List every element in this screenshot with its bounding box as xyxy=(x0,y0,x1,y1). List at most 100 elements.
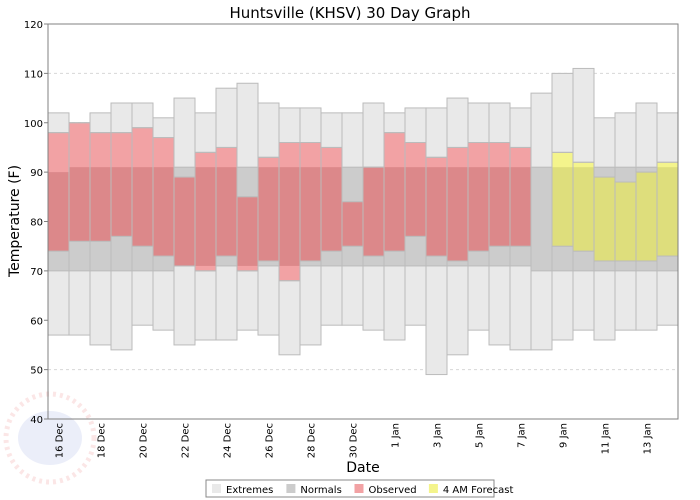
forecast-bar-normal-overlap xyxy=(657,167,678,257)
y-tick-label: 70 xyxy=(30,267,43,278)
x-tick-label: 16 Dec xyxy=(55,423,66,458)
observed-bar-normal-overlap xyxy=(342,201,363,247)
x-tick-label: 26 Dec xyxy=(265,423,276,458)
normals-swatch xyxy=(286,484,296,493)
extremes-swatch xyxy=(212,484,221,493)
day-bar xyxy=(194,112,217,341)
x-tick-label: 28 Dec xyxy=(307,423,318,458)
day-bar xyxy=(467,102,490,331)
day-bar xyxy=(215,87,238,341)
forecast-swatch xyxy=(428,484,438,493)
x-tick-label: 9 Jan xyxy=(559,423,570,448)
y-tick-label: 100 xyxy=(24,119,43,130)
day-bar xyxy=(593,117,616,341)
y-tick-label: 50 xyxy=(30,366,43,377)
legend-label: 4 AM Forecast xyxy=(443,485,514,496)
day-bar xyxy=(278,107,301,356)
x-tick-label: 13 Jan xyxy=(643,423,654,454)
y-tick-label: 110 xyxy=(24,69,43,80)
forecast-bar-normal-overlap xyxy=(594,177,615,261)
watermark xyxy=(3,391,97,485)
day-bar xyxy=(404,107,427,326)
day-bar xyxy=(446,97,469,356)
normals-bar xyxy=(530,166,553,272)
x-tick-label: 30 Dec xyxy=(349,423,360,458)
observed-bar-normal-overlap xyxy=(132,167,153,247)
y-tick-label: 120 xyxy=(24,20,43,31)
y-tick-label: 60 xyxy=(30,316,43,327)
forecast-bar-normal-overlap xyxy=(615,182,636,261)
day-bar xyxy=(488,102,511,346)
observed-bar-normal-overlap xyxy=(384,167,405,252)
observed-bar-normal-overlap xyxy=(426,167,447,257)
forecast-bar-normal-overlap xyxy=(552,167,573,247)
day-bar xyxy=(299,107,322,346)
observed-bar-normal-overlap xyxy=(111,167,132,237)
observed-bar-normal-overlap xyxy=(447,167,468,261)
observed-bar-normal-overlap xyxy=(195,167,216,266)
day-bar xyxy=(383,112,406,341)
observed-bar-normal-overlap xyxy=(405,167,426,237)
y-tick-label: 90 xyxy=(30,168,43,179)
observed-bar-normal-overlap xyxy=(258,167,279,261)
chart: Huntsville (KHSV) 30 Day Graph 40 50 60 70 8… xyxy=(3,4,679,498)
day-bar xyxy=(110,102,133,351)
legend-label: Normals xyxy=(300,485,341,496)
y-tick-label: 40 xyxy=(30,415,43,426)
day-bar xyxy=(47,112,70,336)
observed-bar-normal-overlap xyxy=(510,167,531,247)
observed-bar-normal-overlap xyxy=(69,167,90,242)
x-tick-labels: 16 Dec 18 Dec 20 Dec 22 Dec 24 Dec 26 Dec 28 D… xyxy=(55,423,654,458)
day-bar xyxy=(551,72,574,341)
day-bar xyxy=(656,112,679,326)
day-bar xyxy=(68,122,91,336)
day-bar xyxy=(362,102,385,331)
x-tick-label: 11 Jan xyxy=(601,423,612,454)
day-bar xyxy=(320,112,343,326)
day-bar xyxy=(236,82,259,331)
x-tick-label: 1 Jan xyxy=(391,423,402,448)
legend: Extremes Normals Observed 4 AM Forecast xyxy=(205,479,514,498)
observed-bar-normal-overlap xyxy=(363,167,384,257)
day-bar xyxy=(152,117,175,331)
bars xyxy=(47,67,679,376)
observed-bar-normal-overlap xyxy=(90,167,111,242)
chart-title: Huntsville (KHSV) 30 Day Graph xyxy=(230,4,471,22)
forecast-bar-normal-overlap xyxy=(636,172,657,261)
day-bar xyxy=(257,102,280,336)
observed-bar-normal-overlap xyxy=(216,167,237,257)
day-bar xyxy=(572,67,595,331)
observed-swatch xyxy=(354,484,364,493)
observed-bar-normal-overlap xyxy=(153,167,174,257)
observed-bar-normal-overlap xyxy=(174,177,195,266)
day-bar xyxy=(131,102,154,326)
x-tick-label: 24 Dec xyxy=(223,423,234,458)
observed-bar-normal-overlap xyxy=(489,167,510,247)
x-tick-label: 5 Jan xyxy=(475,423,486,448)
observed-bar-normal-overlap xyxy=(48,172,69,252)
day-bar xyxy=(173,97,196,346)
day-bar xyxy=(341,112,364,326)
day-bar xyxy=(635,102,658,331)
y-tick-label: 80 xyxy=(30,218,43,229)
observed-bar-normal-overlap xyxy=(468,167,489,252)
day-bar xyxy=(425,107,448,376)
y-axis-title: Temperature (F) xyxy=(7,165,23,278)
x-tick-label: 7 Jan xyxy=(517,423,528,448)
legend-label: Extremes xyxy=(226,485,273,496)
day-bar xyxy=(530,92,553,351)
day-bar xyxy=(509,107,532,351)
observed-bar-normal-overlap xyxy=(321,167,342,252)
legend-label: Observed xyxy=(369,485,417,496)
x-tick-label: 3 Jan xyxy=(433,423,444,448)
observed-bar-normal-overlap xyxy=(279,167,300,266)
x-tick-label: 20 Dec xyxy=(139,423,150,458)
observed-bar-normal-overlap xyxy=(300,167,321,261)
day-bar xyxy=(614,112,637,331)
forecast-bar-normal-overlap xyxy=(573,167,594,252)
x-tick-label: 18 Dec xyxy=(97,423,108,458)
x-tick-label: 22 Dec xyxy=(181,423,192,458)
x-axis-title: Date xyxy=(346,460,379,476)
observed-bar-normal-overlap xyxy=(237,196,258,266)
day-bar xyxy=(89,112,112,346)
